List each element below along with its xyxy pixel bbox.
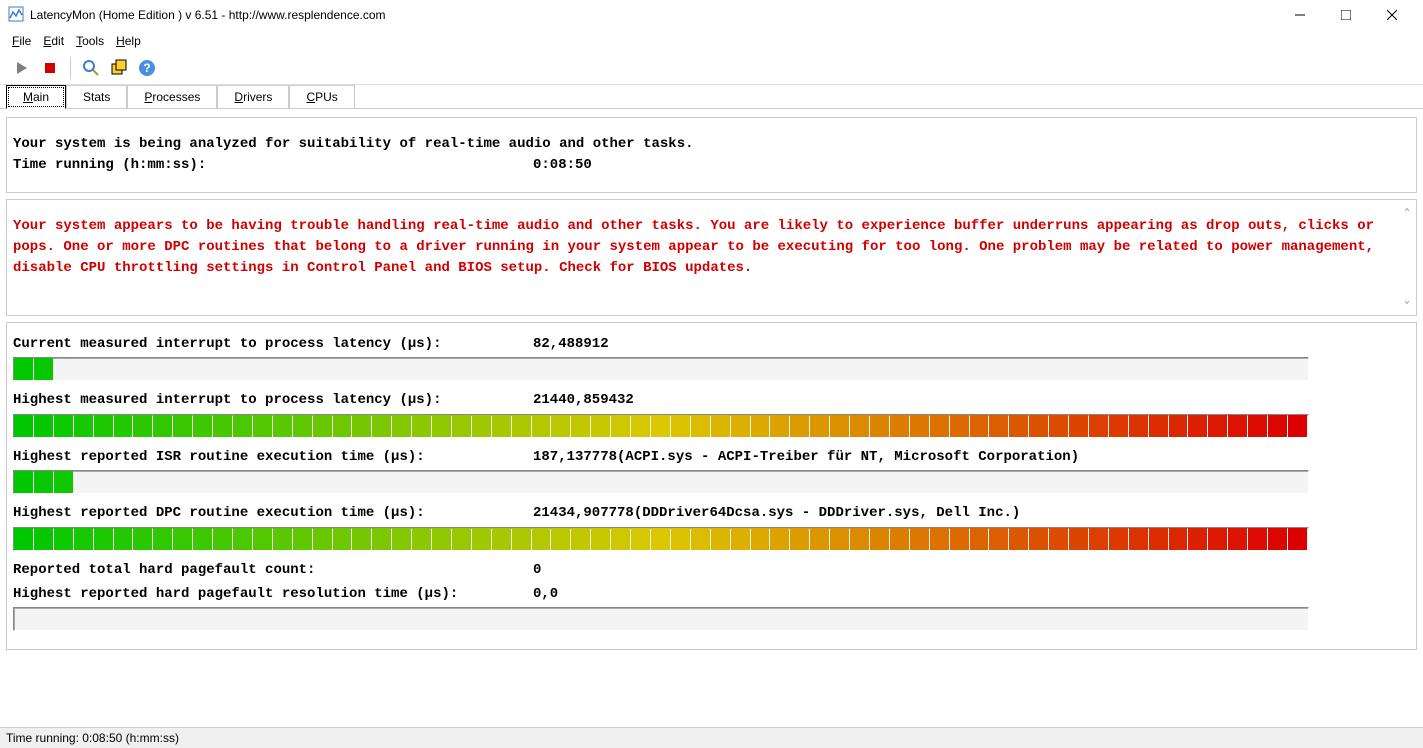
metrics-panel: Current measured interrupt to process la… [6,322,1417,650]
play-button[interactable] [10,56,34,80]
highest-isr-bar [13,470,1309,494]
highest-dpc-label: Highest reported DPC routine execution t… [13,502,533,524]
highest-dpc-value: 21434,907778 [533,505,634,521]
tab-processes[interactable]: Processes [127,85,217,108]
time-running-value: 0:08:50 [533,155,592,176]
highest-isr-extra: (ACPI.sys - ACPI-Treiber für NT, Microso… [617,449,1079,465]
menu-file[interactable]: File [8,32,35,50]
warning-panel: ⌃ Your system appears to be having troub… [6,199,1417,316]
window-title: LatencyMon (Home Edition ) v 6.51 - http… [30,8,386,22]
stop-button[interactable] [38,56,62,80]
menubar: File Edit Tools Help [0,30,1423,52]
app-icon [8,6,24,25]
windows-button[interactable] [107,56,131,80]
summary-panel: Your system is being analyzed for suitab… [6,117,1417,193]
current-latency-value: 82,488912 [533,333,609,355]
scroll-up-icon[interactable]: ⌃ [1404,206,1410,221]
highest-latency-value: 21440,859432 [533,389,634,411]
tabstrip: Main Stats Processes Drivers CPUs [0,85,1423,109]
current-latency-bar [13,357,1309,381]
status-text: Time running: 0:08:50 (h:mm:ss) [6,731,179,745]
highest-dpc-extra: (DDDriver64Dcsa.sys - DDDriver.sys, Dell… [634,505,1020,521]
toolbar-separator [70,57,71,79]
help-button[interactable]: ? [135,56,159,80]
tab-stats[interactable]: Stats [66,85,127,108]
tab-drivers[interactable]: Drivers [217,85,289,108]
highest-isr-label: Highest reported ISR routine execution t… [13,446,533,468]
time-running-label: Time running (h:mm:ss): [13,155,533,176]
highest-latency-bar [13,414,1309,438]
maximize-button[interactable] [1323,0,1369,30]
summary-line1: Your system is being analyzed for suitab… [13,134,1410,155]
current-latency-label: Current measured interrupt to process la… [13,333,533,355]
statusbar: Time running: 0:08:50 (h:mm:ss) [0,727,1423,748]
warning-text: Your system appears to be having trouble… [13,218,1374,276]
toolbar: ? [0,52,1423,85]
highest-latency-label: Highest measured interrupt to process la… [13,389,533,411]
pagefault-count-label: Reported total hard pagefault count: [13,559,533,581]
tab-main[interactable]: Main [6,85,66,109]
pagefault-time-label: Highest reported hard pagefault resoluti… [13,583,533,605]
pagefault-time-value: 0,0 [533,583,558,605]
content-area: Your system is being analyzed for suitab… [0,109,1423,650]
menu-edit[interactable]: Edit [39,32,68,50]
close-button[interactable] [1369,0,1415,30]
menu-help[interactable]: Help [112,32,145,50]
tab-cpus[interactable]: CPUs [289,85,354,108]
highest-isr-value: 187,137778 [533,449,617,465]
pagefault-count-value: 0 [533,559,541,581]
pagefault-time-bar [13,607,1309,631]
minimize-button[interactable] [1277,0,1323,30]
menu-tools[interactable]: Tools [72,32,108,50]
scroll-down-icon[interactable]: ⌄ [1404,294,1410,309]
svg-text:?: ? [143,61,150,75]
titlebar: LatencyMon (Home Edition ) v 6.51 - http… [0,0,1423,30]
inspect-button[interactable] [79,56,103,80]
highest-dpc-bar [13,527,1309,551]
